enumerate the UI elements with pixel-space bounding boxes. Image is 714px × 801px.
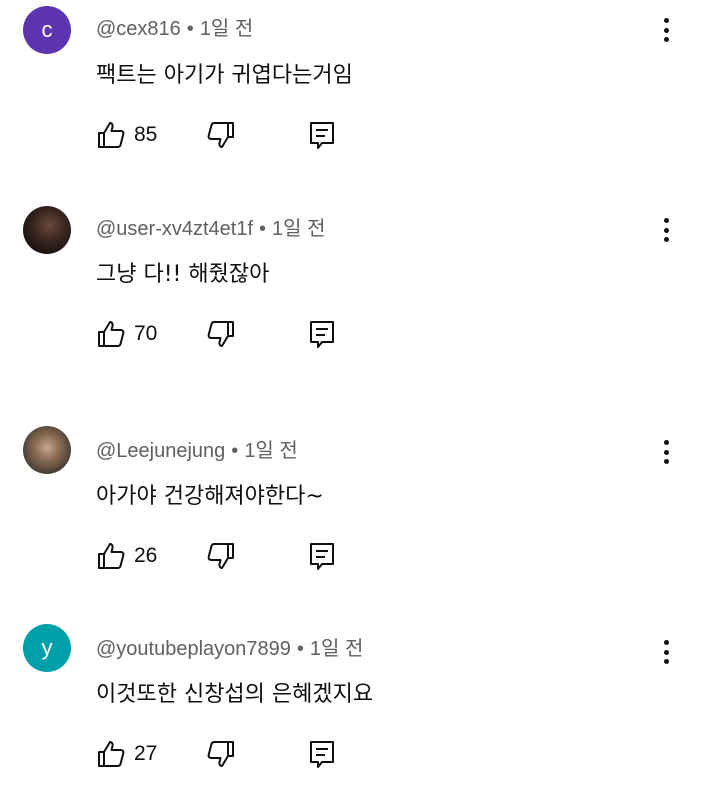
like-count: 70 <box>134 322 158 345</box>
more-options-button[interactable] <box>654 216 678 244</box>
comment-meta: @user-xv4zt4et1f • 1일 전 <box>96 212 326 241</box>
comment-item: @user-xv4zt4et1f • 1일 전 그냥 다!! 해줬잖아 70 <box>0 200 714 410</box>
comment-time[interactable]: 1일 전 <box>310 638 363 660</box>
thumbs-up-icon[interactable] <box>96 739 126 769</box>
comment-actions: 27 <box>96 739 356 769</box>
comment-item: c @cex816 • 1일 전 팩트는 아기가 귀엽다는거임 85 <box>0 0 714 200</box>
thumbs-down-icon[interactable] <box>206 541 236 571</box>
like-count: 26 <box>134 544 158 567</box>
comment-actions: 26 <box>96 541 356 571</box>
meta-separator: • <box>231 440 239 462</box>
avatar-letter: y <box>41 635 53 660</box>
like-count: 85 <box>134 123 158 146</box>
comment-time[interactable]: 1일 전 <box>244 440 297 462</box>
like-count: 27 <box>134 742 158 765</box>
comment-actions: 70 <box>96 319 356 349</box>
reply-icon[interactable] <box>308 319 336 349</box>
comment-item: y @youtubeplayon7899 • 1일 전 이것또한 신창섭의 은혜겠지… <box>0 622 714 801</box>
comment-author[interactable]: @user-xv4zt4et1f <box>96 218 253 240</box>
avatar[interactable] <box>23 426 71 474</box>
comment-author[interactable]: @Leejunejung <box>96 440 225 462</box>
thumbs-down-icon[interactable] <box>206 120 236 150</box>
comment-time[interactable]: 1일 전 <box>200 18 253 40</box>
more-vertical-icon <box>663 218 669 223</box>
comment-item: @Leejunejung • 1일 전 아가야 건강해져야한다~ 26 <box>0 422 714 618</box>
comment-meta: @cex816 • 1일 전 <box>96 12 253 41</box>
thumbs-down-icon[interactable] <box>206 739 236 769</box>
meta-separator: • <box>259 218 267 240</box>
thumbs-down-icon[interactable] <box>206 319 236 349</box>
comment-time[interactable]: 1일 전 <box>272 218 325 240</box>
meta-separator: • <box>296 638 304 660</box>
thumbs-up-icon[interactable] <box>96 319 126 349</box>
more-options-button[interactable] <box>654 16 678 44</box>
more-options-button[interactable] <box>654 638 678 666</box>
comment-text: 아가야 건강해져야한다~ <box>96 484 324 509</box>
more-vertical-icon <box>663 640 669 645</box>
comment-author[interactable]: @youtubeplayon7899 <box>96 638 291 660</box>
comment-text: 팩트는 아기가 귀엽다는거임 <box>96 63 353 88</box>
more-vertical-icon <box>663 440 669 445</box>
avatar-letter: c <box>41 17 53 42</box>
comment-text: 이것또한 신창섭의 은혜겠지요 <box>96 682 374 707</box>
more-options-button[interactable] <box>654 438 678 466</box>
comment-meta: @Leejunejung • 1일 전 <box>96 434 298 463</box>
comment-actions: 85 <box>96 120 356 150</box>
avatar[interactable] <box>23 206 71 254</box>
avatar[interactable]: c <box>23 6 71 54</box>
comment-author[interactable]: @cex816 <box>96 18 181 40</box>
thumbs-up-icon[interactable] <box>96 541 126 571</box>
reply-icon[interactable] <box>308 739 336 769</box>
more-vertical-icon <box>663 18 669 23</box>
reply-icon[interactable] <box>308 541 336 571</box>
comment-text: 그냥 다!! 해줬잖아 <box>96 262 270 287</box>
thumbs-up-icon[interactable] <box>96 120 126 150</box>
meta-separator: • <box>186 18 194 40</box>
reply-icon[interactable] <box>308 120 336 150</box>
avatar[interactable]: y <box>23 624 71 672</box>
comment-meta: @youtubeplayon7899 • 1일 전 <box>96 632 363 661</box>
